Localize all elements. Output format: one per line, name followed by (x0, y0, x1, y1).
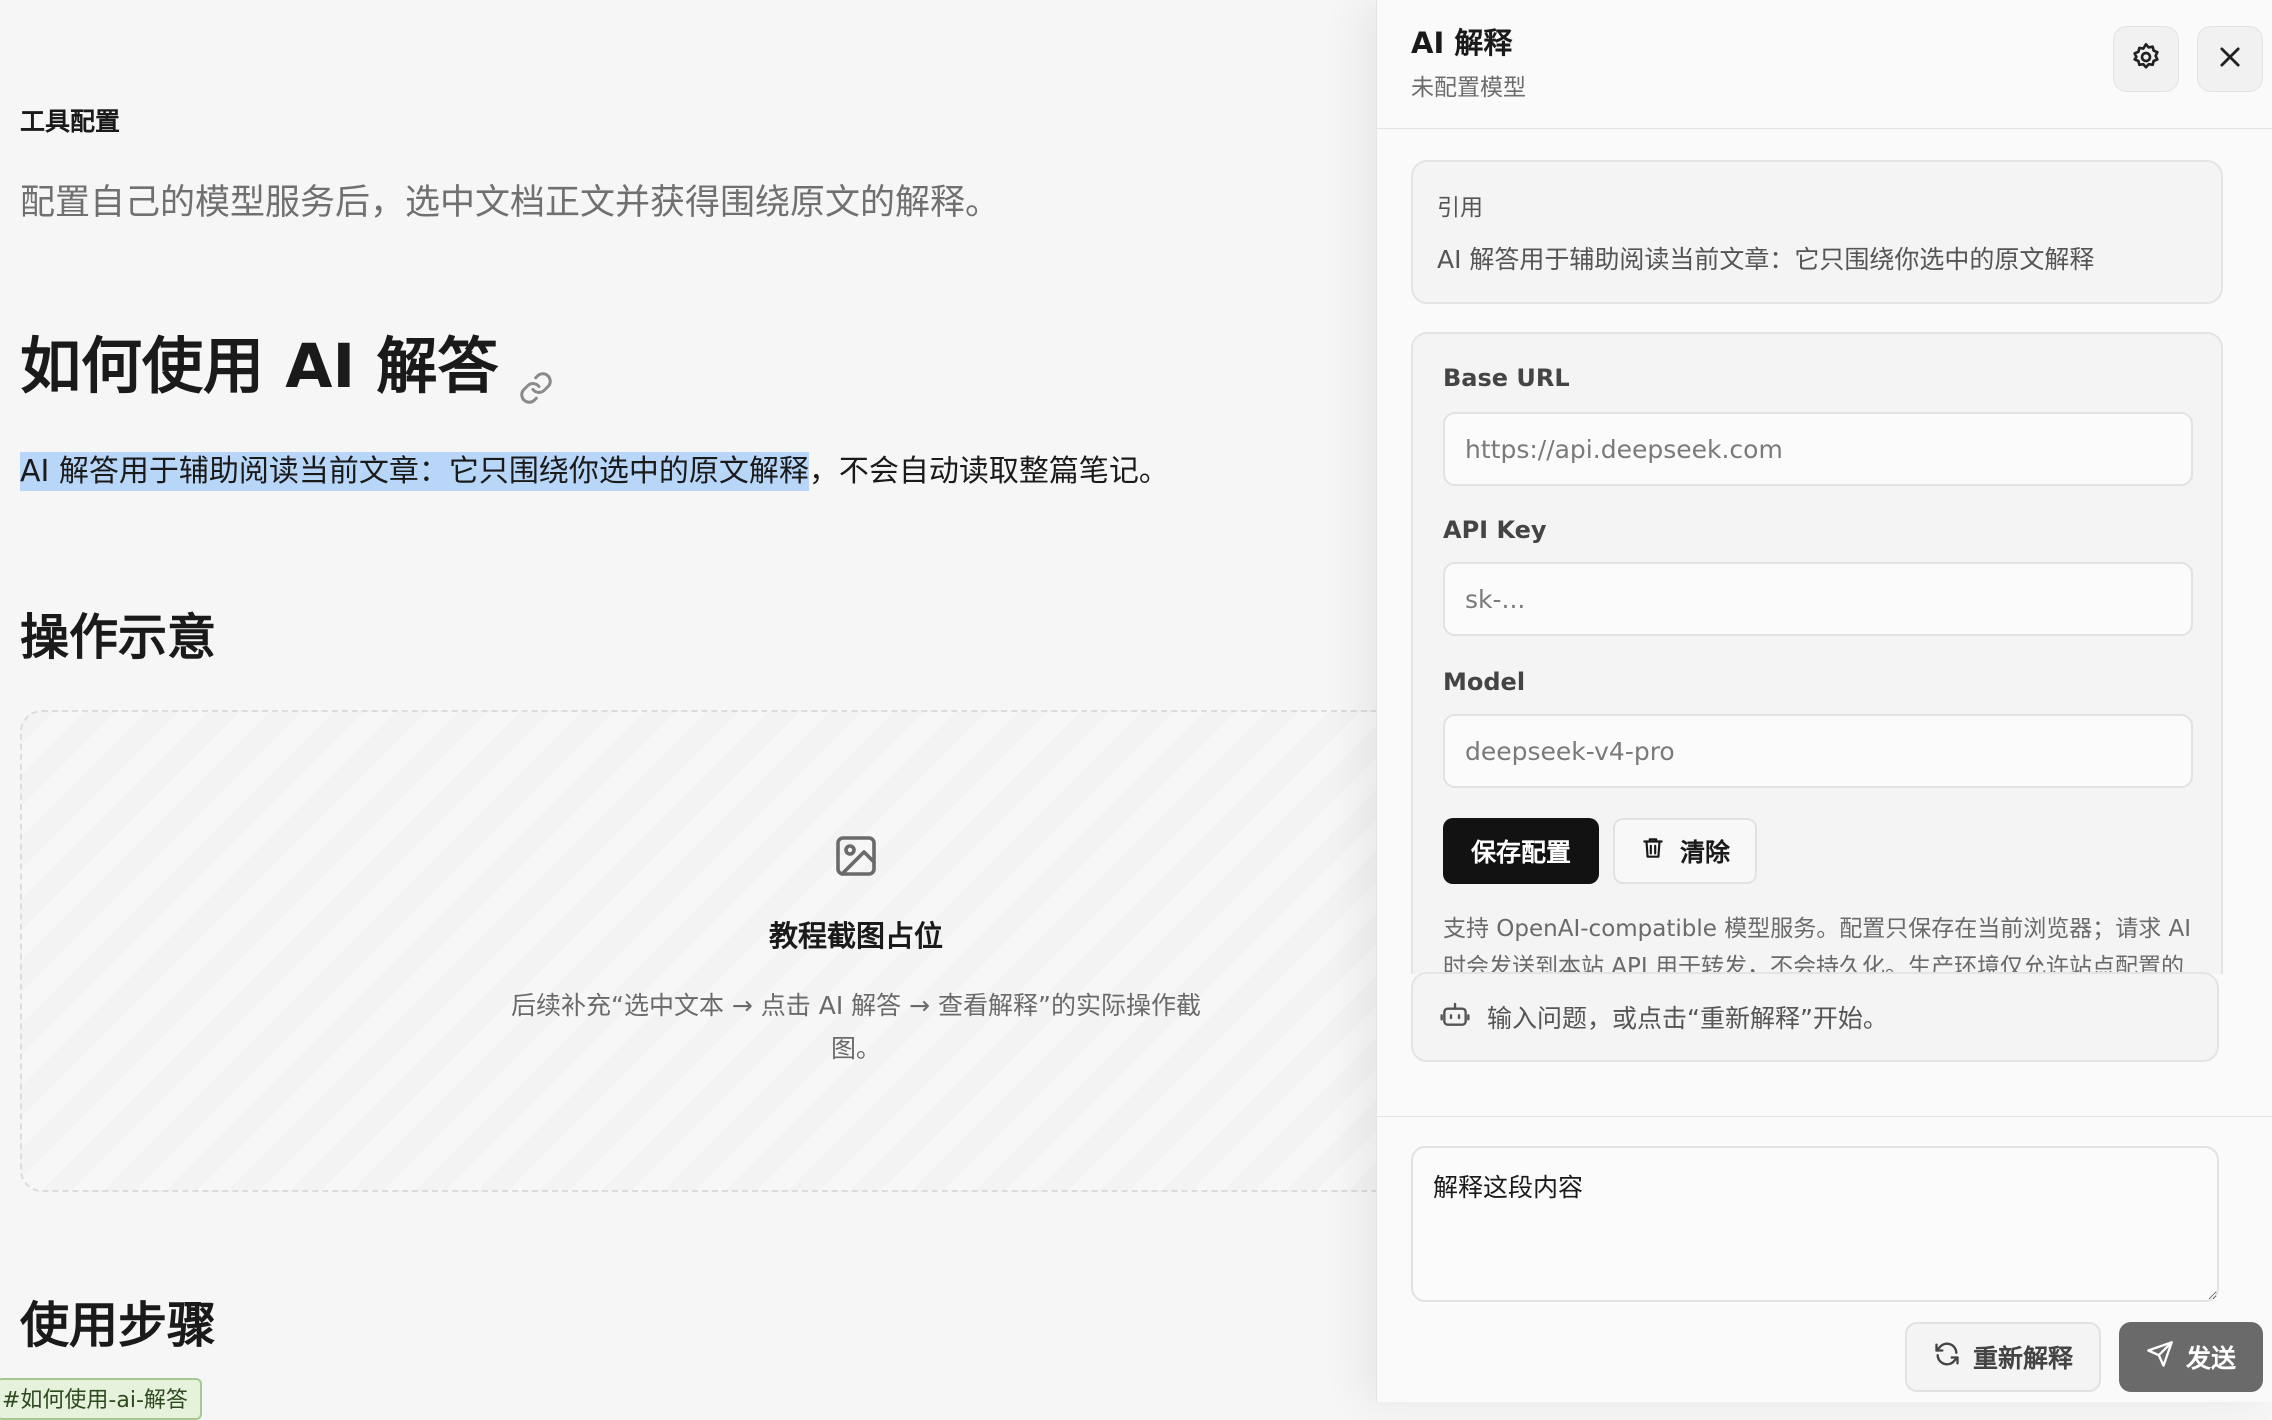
placeholder-description: 后续补充“选中文本 → 点击 AI 解答 → 查看解释”的实际操作截图。 (511, 991, 1201, 1063)
bot-icon (1439, 998, 1471, 1036)
paragraph-rest: ，不会自动读取整篇笔记。 (808, 454, 1169, 489)
link-icon[interactable] (518, 350, 554, 404)
article-paragraph: AI 解答用于辅助阅读当前文章：它只围绕你选中的原文解释，不会自动读取整篇笔记。 (20, 444, 1169, 500)
panel-title: AI 解释 (1411, 26, 1513, 60)
panel-subtitle: 未配置模型 (1411, 75, 1526, 101)
anchor-tag: #如何使用-ai-解答 (0, 1378, 202, 1420)
trash-icon (1640, 835, 1666, 867)
page-heading: 如何使用 AI 解答 (20, 316, 554, 405)
section-label: 工具配置 (20, 107, 121, 136)
demo-heading: 操作示意 (20, 609, 217, 666)
api-key-input[interactable] (1443, 562, 2193, 636)
question-textarea[interactable]: 解释这段内容 (1411, 1146, 2219, 1302)
ai-explain-panel: AI 解释 未配置模型 引用 AI 解答用于辅助阅读当前文章：它只围绕你选中的原… (1376, 0, 2272, 1402)
placeholder-title: 教程截图占位 (768, 919, 943, 953)
header-divider (1377, 128, 2272, 129)
api-key-label: API Key (1443, 516, 1547, 544)
regenerate-button[interactable]: 重新解释 (1905, 1322, 2101, 1392)
image-icon (832, 832, 880, 880)
clear-button[interactable]: 清除 (1613, 818, 1757, 884)
steps-heading: 使用步骤 (20, 1297, 217, 1354)
model-label: Model (1443, 668, 1526, 696)
quote-label: 引用 (1437, 195, 1483, 221)
clear-button-label: 清除 (1679, 838, 1730, 867)
selected-text[interactable]: AI 解答用于辅助阅读当前文章：它只围绕你选中的原文解释 (20, 452, 809, 491)
gear-icon (2130, 41, 2162, 77)
page-heading-text: 如何使用 AI 解答 (20, 331, 499, 402)
hint-text: 输入问题，或点击“重新解释”开始。 (1487, 1004, 1888, 1033)
config-note: 支持 OpenAI-compatible 模型服务。配置只保存在当前浏览器；请求… (1443, 916, 2192, 974)
save-config-button[interactable]: 保存配置 (1443, 818, 1599, 884)
model-config-card: Base URL API Key Model 保存配置 清除 支持 OpenAI… (1411, 332, 2223, 974)
hint-box: 输入问题，或点击“重新解释”开始。 (1411, 972, 2219, 1062)
send-label: 发送 (2185, 1344, 2236, 1373)
base-url-label: Base URL (1443, 364, 1570, 392)
quote-box: 引用 AI 解答用于辅助阅读当前文章：它只围绕你选中的原文解释 (1411, 160, 2223, 304)
close-button[interactable] (2197, 26, 2263, 92)
refresh-icon (1933, 1340, 1961, 1374)
model-input[interactable] (1443, 714, 2193, 788)
regenerate-label: 重新解释 (1972, 1344, 2073, 1373)
close-icon (2216, 43, 2244, 75)
send-icon (2146, 1340, 2174, 1374)
compose-divider (1377, 1116, 2272, 1117)
quote-text: AI 解答用于辅助阅读当前文章：它只围绕你选中的原文解释 (1437, 245, 2095, 274)
article: 工具配置 配置自己的模型服务后，选中文档正文并获得围绕原文的解释。 如何使用 A… (0, 0, 1376, 1402)
settings-button[interactable] (2113, 26, 2179, 92)
intro-text: 配置自己的模型服务后，选中文档正文并获得围绕原文的解释。 (20, 183, 1001, 223)
base-url-input[interactable] (1443, 412, 2193, 486)
send-button[interactable]: 发送 (2119, 1322, 2263, 1392)
